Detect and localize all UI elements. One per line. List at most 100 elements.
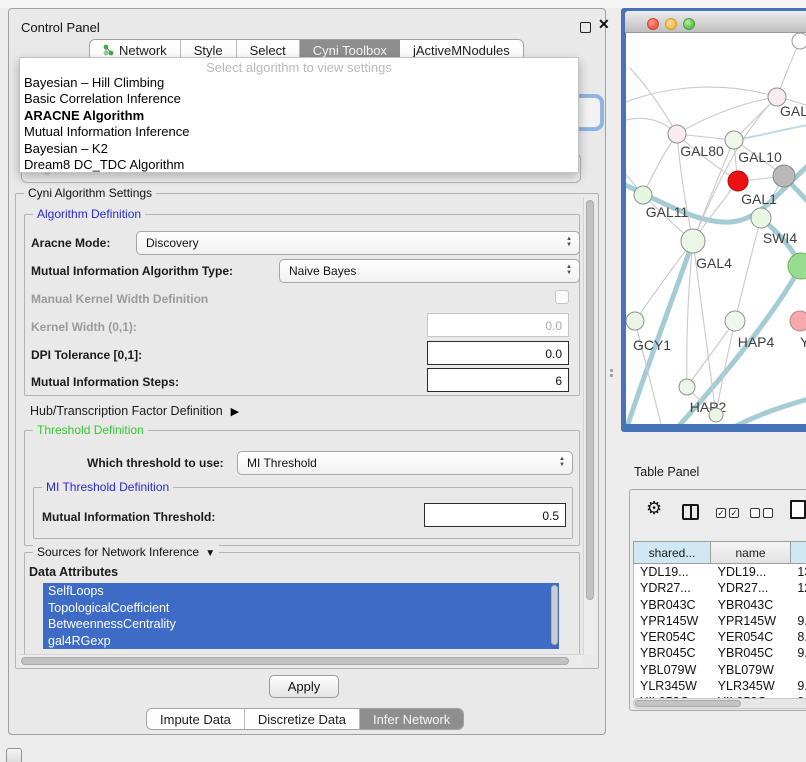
network-edge[interactable] xyxy=(677,97,777,134)
menu-item[interactable]: Dream8 DC_TDC Algorithm xyxy=(20,157,578,173)
list-scrollbar-thumb[interactable] xyxy=(551,585,558,645)
network-node-gal80[interactable] xyxy=(668,125,686,143)
network-node-hap4[interactable] xyxy=(725,311,745,331)
settings-hscroll-thumb[interactable] xyxy=(21,657,569,665)
mi-type-combo[interactable]: Naive Bayes ▲▼ xyxy=(279,259,580,283)
network-canvas[interactable]: GALGAL80GAL10GAL1GAL11SWI4GAL4GCY1HAP4YH… xyxy=(626,33,806,424)
network-node-gal10[interactable] xyxy=(725,131,743,149)
table-cell: 8. xyxy=(791,629,806,645)
sources-group-title[interactable]: Sources for Network Inference ▼ xyxy=(33,545,219,559)
network-node-gal11[interactable] xyxy=(634,186,652,204)
dpi-tolerance-label: DPI Tolerance [0,1]: xyxy=(31,348,142,362)
menu-item[interactable]: Bayesian – Hill Climbing xyxy=(20,75,578,91)
bottom-tab-bar: Impute DataDiscretize DataInfer Network xyxy=(146,708,464,730)
select-all-columns-icon[interactable]: ✓ ✓ xyxy=(716,508,739,518)
data-attributes-list: SelfLoopsTopologicalCoefficientBetweenne… xyxy=(43,583,559,649)
settings-vertical-scrollbar[interactable] xyxy=(583,197,596,655)
network-node-gal4[interactable] xyxy=(681,229,705,253)
aracne-mode-combo[interactable]: Discovery ▲▼ xyxy=(136,231,580,255)
network-window-titlebar[interactable] xyxy=(625,11,806,33)
settings-horizontal-scrollbar[interactable] xyxy=(19,654,583,666)
mi-threshold-group: MI Threshold Definition Mutual Informati… xyxy=(33,487,573,539)
attribute-list-item[interactable]: SelfLoops xyxy=(43,583,559,600)
columns-icon[interactable] xyxy=(682,504,699,520)
table-row[interactable]: YDR27...YDR27...12 xyxy=(634,580,806,596)
close-traffic-light-icon[interactable] xyxy=(647,18,659,30)
network-edge[interactable] xyxy=(732,396,806,424)
table-row[interactable]: YPR145WYPR145W9. xyxy=(634,613,806,629)
node-table: shared...nameA YDL19...YDL19...13YDR27..… xyxy=(633,541,806,698)
algorithm-definition-title: Algorithm Definition xyxy=(33,207,145,221)
kernel-width-field[interactable]: 0.0 xyxy=(427,313,569,337)
table-row[interactable]: YBR045CYBR045C9. xyxy=(634,645,806,661)
network-edge[interactable] xyxy=(735,218,761,321)
dpi-tolerance-field[interactable]: 0.0 xyxy=(427,341,569,365)
node-label: GAL1 xyxy=(741,191,777,207)
network-node-swi4[interactable] xyxy=(751,208,771,228)
menu-item[interactable]: Mutual Information Inference xyxy=(20,124,578,140)
attribute-list-item[interactable]: TopologicalCoefficient xyxy=(43,600,559,617)
network-node-gal1[interactable] xyxy=(728,171,748,191)
deselect-all-columns-icon[interactable] xyxy=(750,508,773,518)
bottom-tab-discretize-data[interactable]: Discretize Data xyxy=(245,709,360,729)
mi-threshold-field[interactable]: 0.5 xyxy=(424,503,566,527)
table-row[interactable]: YER054CYER054C8. xyxy=(634,629,806,645)
float-window-icon[interactable] xyxy=(580,22,591,33)
tab-label: Select xyxy=(250,43,286,58)
table-cell: YBL079W xyxy=(712,662,792,678)
mi-type-value: Naive Bayes xyxy=(289,264,356,278)
cyni-algorithm-settings-panel: Cyni Algorithm Settings Algorithm Defini… xyxy=(15,193,599,669)
table-row[interactable]: YDL19...YDL19...13 xyxy=(634,564,806,580)
import-table-icon[interactable] xyxy=(790,500,806,519)
panel-divider-grip[interactable] xyxy=(610,369,615,379)
column-header[interactable]: name xyxy=(711,541,791,564)
aracne-mode-value: Discovery xyxy=(146,236,199,250)
network-node-y[interactable] xyxy=(790,311,806,331)
close-window-icon[interactable]: ✕ xyxy=(598,16,610,33)
network-edge[interactable] xyxy=(643,134,677,195)
network-node-gcy1[interactable] xyxy=(626,312,644,330)
table-row[interactable]: YLR345WYLR345W9. xyxy=(634,678,806,694)
table-hscroll-thumb[interactable] xyxy=(635,700,741,707)
minimize-traffic-light-icon[interactable] xyxy=(665,18,677,30)
hub-definition-label: Hub/Transcription Factor Definition xyxy=(30,404,223,418)
apply-button[interactable]: Apply xyxy=(269,675,339,698)
network-node-hap2[interactable] xyxy=(679,379,695,395)
table-panel-window: ⚙ ✓ ✓ shared...nameA YDL19...YDL19...13Y… xyxy=(629,489,806,711)
checked-box-icon: ✓ xyxy=(716,508,726,518)
which-threshold-value: MI Threshold xyxy=(247,456,317,470)
table-row[interactable]: YBL079WYBL079W xyxy=(634,662,806,678)
table-horizontal-scrollbar[interactable] xyxy=(633,698,806,709)
network-node[interactable] xyxy=(792,33,806,49)
network-node[interactable] xyxy=(788,253,806,279)
menu-item[interactable]: Basic Correlation Inference xyxy=(20,91,578,107)
mi-type-label: Mutual Information Algorithm Type: xyxy=(31,264,233,278)
column-header[interactable]: shared... xyxy=(633,541,711,564)
mi-threshold-group-title: MI Threshold Definition xyxy=(42,480,173,494)
attribute-list-item[interactable]: gal4RGexp xyxy=(43,633,559,650)
menu-item[interactable]: ARACNE Algorithm xyxy=(20,108,578,124)
bottom-tab-impute-data[interactable]: Impute Data xyxy=(147,709,245,729)
mi-steps-field[interactable]: 6 xyxy=(427,368,569,392)
settings-vscroll-thumb[interactable] xyxy=(586,200,594,600)
hub-definition-expander[interactable]: Hub/Transcription Factor Definition▶ xyxy=(30,404,239,418)
table-row[interactable]: YBR043CYBR043C xyxy=(634,597,806,613)
network-graph[interactable]: GALGAL80GAL10GAL1GAL11SWI4GAL4GCY1HAP4YH… xyxy=(626,33,806,424)
gear-icon[interactable]: ⚙ xyxy=(646,498,662,519)
which-threshold-combo[interactable]: MI Threshold ▲▼ xyxy=(237,451,573,475)
column-header[interactable]: A xyxy=(791,541,806,564)
stepper-arrows-icon: ▲▼ xyxy=(559,456,565,468)
network-edge[interactable] xyxy=(630,68,677,134)
zoom-traffic-light-icon[interactable] xyxy=(683,18,695,30)
kernel-width-label: Kernel Width (0,1): xyxy=(31,320,137,334)
network-edge[interactable] xyxy=(635,241,693,321)
corner-widget-icon[interactable] xyxy=(6,748,22,762)
network-node[interactable] xyxy=(709,408,723,422)
data-attributes-label: Data Attributes xyxy=(29,565,118,579)
menu-item[interactable]: Bayesian – K2 xyxy=(20,141,578,157)
table-cell: YPR145W xyxy=(634,613,712,629)
bottom-tab-infer-network[interactable]: Infer Network xyxy=(360,709,463,729)
network-node[interactable] xyxy=(773,165,795,187)
manual-kernel-checkbox[interactable] xyxy=(555,290,569,304)
attribute-list-item[interactable]: BetweennessCentrality xyxy=(43,616,559,633)
